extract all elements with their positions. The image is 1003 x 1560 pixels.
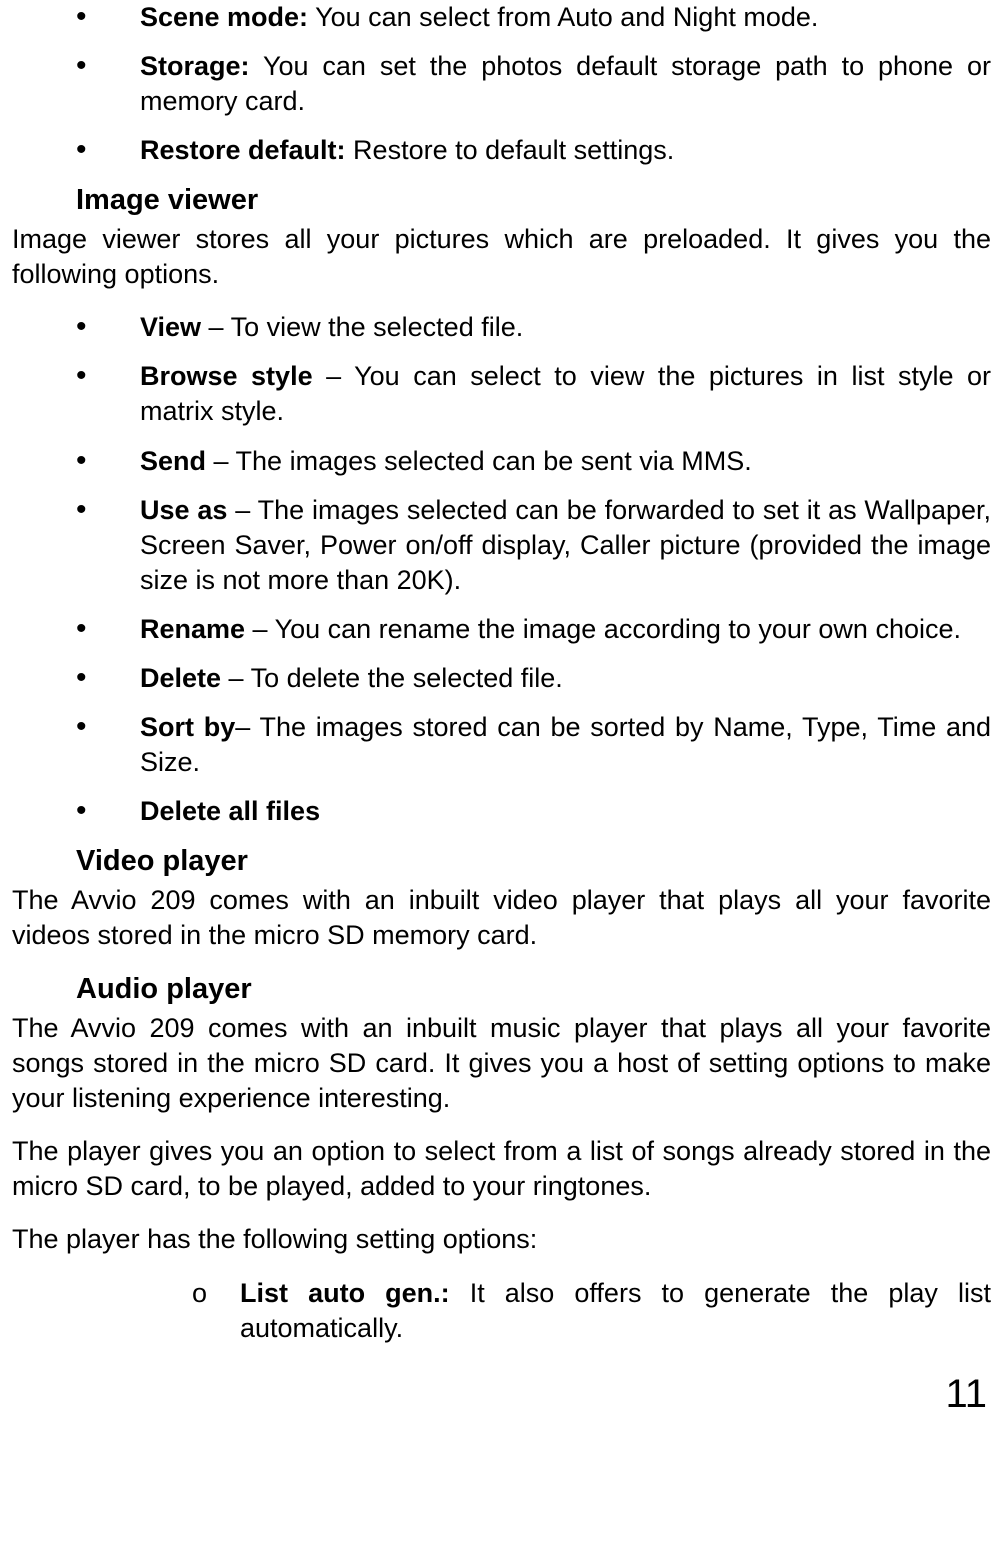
audio-player-intro-3: The player has the following setting opt… — [12, 1222, 991, 1257]
item-label: Use as — [140, 495, 227, 525]
item-label: Delete all files — [140, 796, 320, 826]
audio-player-heading: Audio player — [76, 971, 991, 1009]
video-player-intro: The Avvio 209 comes with an inbuilt vide… — [12, 883, 991, 953]
item-label: Send — [140, 446, 206, 476]
list-item: Scene mode: You can select from Auto and… — [12, 0, 991, 35]
item-text: You can set the photos default storage p… — [140, 51, 991, 116]
item-text: – The images selected can be sent via MM… — [206, 446, 752, 476]
item-label: Scene mode: — [140, 2, 308, 32]
document-page: Scene mode: You can select from Auto and… — [0, 0, 1003, 1432]
item-label: Sort by — [140, 712, 235, 742]
image-viewer-heading: Image viewer — [76, 182, 991, 220]
item-text: – You can rename the image according to … — [245, 614, 961, 644]
image-viewer-intro: Image viewer stores all your pictures wh… — [12, 222, 991, 292]
item-text: – The images selected can be forwarded t… — [140, 495, 991, 595]
item-label: Rename — [140, 614, 245, 644]
item-text: – To view the selected file. — [201, 312, 523, 342]
list-item: Restore default: Restore to default sett… — [12, 133, 991, 168]
item-label: Delete — [140, 663, 221, 693]
item-label: List auto gen.: — [240, 1278, 450, 1308]
item-text: – The images stored can be sorted by Nam… — [140, 712, 991, 777]
list-item: Browse style – You can select to view th… — [12, 359, 991, 429]
item-text: – To delete the selected file. — [221, 663, 563, 693]
audio-player-list: List auto gen.: It also offers to genera… — [12, 1276, 991, 1346]
list-item: Storage: You can set the photos default … — [12, 49, 991, 119]
list-item: Sort by– The images stored can be sorted… — [12, 710, 991, 780]
item-label: View — [140, 312, 201, 342]
list-item: Delete – To delete the selected file. — [12, 661, 991, 696]
video-player-heading: Video player — [76, 843, 991, 881]
list-item: View – To view the selected file. — [12, 310, 991, 345]
list-item: Delete all files — [12, 794, 991, 829]
list-item: Use as – The images selected can be forw… — [12, 493, 991, 598]
list-item: Rename – You can rename the image accord… — [12, 612, 991, 647]
camera-options-list: Scene mode: You can select from Auto and… — [12, 0, 991, 168]
list-item: List auto gen.: It also offers to genera… — [140, 1276, 991, 1346]
audio-player-intro-2: The player gives you an option to select… — [12, 1134, 991, 1204]
audio-player-intro-1: The Avvio 209 comes with an inbuilt musi… — [12, 1011, 991, 1116]
item-text: Restore to default settings. — [346, 135, 675, 165]
page-number: 11 — [12, 1358, 991, 1420]
item-label: Restore default: — [140, 135, 346, 165]
item-label: Browse style — [140, 361, 313, 391]
image-viewer-list: View – To view the selected file. Browse… — [12, 310, 991, 829]
item-text: You can select from Auto and Night mode. — [308, 2, 818, 32]
item-label: Storage: — [140, 51, 250, 81]
list-item: Send – The images selected can be sent v… — [12, 444, 991, 479]
